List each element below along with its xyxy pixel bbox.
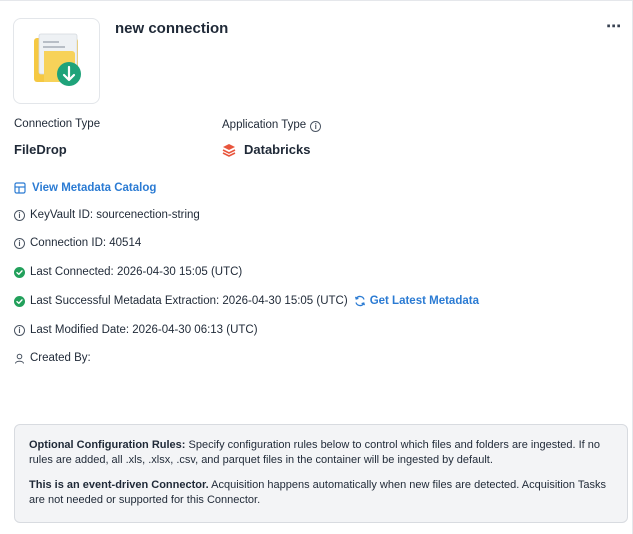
- application-type-value-wrap: Databricks: [222, 142, 310, 157]
- get-latest-metadata-link[interactable]: Get Latest Metadata: [354, 295, 479, 307]
- connection-card: new connection ⋯ Connection Type FileDro…: [0, 0, 633, 534]
- connection-icon-box: [13, 18, 100, 104]
- config-rules-paragraph: Optional Configuration Rules: Specify co…: [29, 438, 613, 468]
- keyvault-text: KeyVault ID: sourcenection-string: [30, 209, 200, 221]
- check-circle-icon: [14, 266, 25, 278]
- info-icon: i: [14, 209, 25, 221]
- application-type-label: Application Type: [222, 119, 307, 131]
- refresh-icon: [354, 295, 365, 307]
- event-driven-paragraph: This is an event-driven Connector. Acqui…: [29, 478, 613, 508]
- databricks-icon: [222, 143, 236, 157]
- last-metadata-row: Last Successful Metadata Extraction: 202…: [14, 294, 479, 308]
- last-connected-text: Last Connected: 2026-04-30 15:05 (UTC): [30, 266, 243, 278]
- connection-title: new connection: [115, 20, 229, 37]
- view-metadata-catalog-link[interactable]: View Metadata Catalog: [14, 182, 156, 194]
- created-by-text: Created By:: [30, 352, 91, 364]
- user-icon: [15, 353, 24, 364]
- connection-type-value: FileDrop: [14, 142, 67, 157]
- last-metadata-text: Last Successful Metadata Extraction: 202…: [30, 295, 348, 307]
- catalog-table-icon: [14, 182, 26, 194]
- last-modified-text: Last Modified Date: 2026-04-30 06:13 (UT…: [30, 324, 258, 336]
- connection-id-row: i Connection ID: 40514: [14, 236, 141, 250]
- info-icon: i: [14, 324, 25, 336]
- info-icon: i: [14, 237, 25, 249]
- event-driven-heading: This is an event-driven Connector.: [29, 479, 209, 491]
- info-icon[interactable]: i: [310, 121, 322, 132]
- keyvault-row: i KeyVault ID: sourcenection-string: [14, 208, 200, 222]
- connection-type-label: Connection Type: [14, 118, 101, 130]
- last-modified-row: i Last Modified Date: 2026-04-30 06:13 (…: [14, 323, 258, 337]
- get-latest-metadata-label[interactable]: Get Latest Metadata: [370, 295, 479, 307]
- view-metadata-catalog-label[interactable]: View Metadata Catalog: [32, 182, 156, 194]
- more-options-button[interactable]: ⋯: [606, 17, 622, 35]
- connection-id-text: Connection ID: 40514: [30, 237, 142, 249]
- application-type-value: Databricks: [244, 142, 311, 157]
- check-circle-icon: [14, 295, 25, 307]
- configuration-info-panel: Optional Configuration Rules: Specify co…: [14, 424, 628, 523]
- config-rules-heading: Optional Configuration Rules:: [29, 439, 186, 451]
- file-drop-icon: [34, 33, 81, 86]
- last-connected-row: Last Connected: 2026-04-30 15:05 (UTC): [14, 265, 242, 279]
- created-by-row: Created By:: [14, 351, 91, 365]
- application-type-label-wrap: Application Type i: [222, 119, 322, 132]
